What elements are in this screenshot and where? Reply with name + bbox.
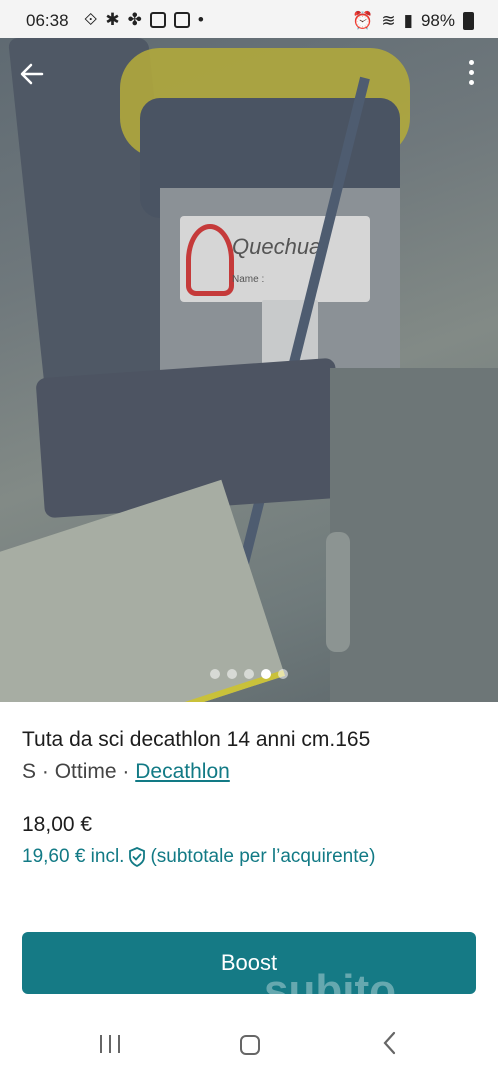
nav-back-icon[interactable] xyxy=(380,1030,400,1063)
price-note: (subtotale per l’acquirente) xyxy=(150,846,376,867)
meta-separator: · xyxy=(122,760,130,783)
pager-dot[interactable] xyxy=(244,669,254,679)
listing-photo[interactable]: Quechua Name : xyxy=(0,38,498,702)
signal-icon: ▮ xyxy=(403,11,413,30)
recents-icon[interactable] xyxy=(100,1035,120,1053)
photo-right-panel xyxy=(330,368,498,702)
dot-icon: • xyxy=(197,10,204,29)
listing-price: 18,00 € xyxy=(22,813,93,836)
battery-text: 98% xyxy=(420,11,455,30)
pinwheel-icon: ✱ xyxy=(105,10,120,29)
image-icon xyxy=(173,12,190,28)
photo-brand-text: Quechua xyxy=(232,234,322,259)
sync-icon: ⟐ xyxy=(84,10,98,29)
home-icon[interactable] xyxy=(240,1035,260,1055)
status-bar: 06:38 ⟐ ✱ ✤ • ⏰ ≋ ▮ 98% xyxy=(0,0,498,42)
system-nav-bar xyxy=(0,1010,498,1080)
photo-reflective-strip xyxy=(326,532,350,652)
quechua-logo-icon xyxy=(186,224,234,296)
listing-brand-link[interactable]: Decathlon xyxy=(135,760,230,783)
status-icons: ⟐ ✱ ✤ • xyxy=(84,10,204,30)
listing-condition: Ottime xyxy=(54,760,117,783)
pager-dot[interactable] xyxy=(278,669,288,679)
fan-icon: ✤ xyxy=(127,10,142,29)
status-right: ⏰ ≋ ▮ 98% xyxy=(352,11,474,31)
alarm-icon: ⏰ xyxy=(352,11,374,30)
shield-check-icon xyxy=(129,847,146,867)
photo-pager xyxy=(210,669,288,679)
price-incl: 19,60 € incl. xyxy=(22,846,125,867)
more-options-icon[interactable] xyxy=(466,60,476,92)
listing-title: Tuta da sci decathlon 14 anni cm.165 xyxy=(22,728,371,751)
status-time: 06:38 xyxy=(26,11,69,30)
listing-meta: S · Ottime · Decathlon xyxy=(22,760,230,784)
pager-dot[interactable] xyxy=(210,669,220,679)
gallery-icon xyxy=(149,12,166,28)
pager-dot-active[interactable] xyxy=(261,669,271,679)
listing-size: S xyxy=(22,760,37,783)
back-arrow-icon[interactable] xyxy=(18,60,50,92)
wifi-icon: ≋ xyxy=(381,11,396,30)
photo-name-line: Name : xyxy=(232,274,265,285)
subito-watermark: subito xyxy=(264,966,396,1015)
boost-button[interactable]: Boost xyxy=(22,932,476,994)
pager-dot[interactable] xyxy=(227,669,237,679)
price-incl-row[interactable]: 19,60 € incl. (subtotale per l’acquirent… xyxy=(22,846,375,868)
meta-separator: · xyxy=(41,760,49,783)
battery-icon xyxy=(463,12,474,30)
